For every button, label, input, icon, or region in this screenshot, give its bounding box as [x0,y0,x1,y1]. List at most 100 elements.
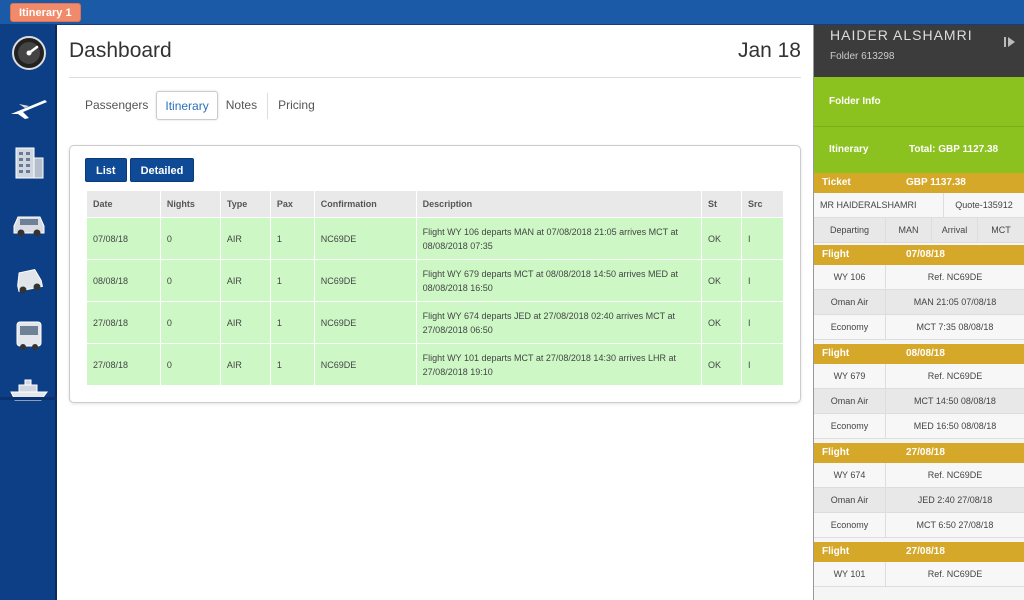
flight-number: WY 679 [814,364,886,389]
flight-label: Flight [822,249,850,260]
flight-row: Oman Air MCT 14:50 08/08/18 [814,389,1024,414]
taxi-icon[interactable] [8,259,50,299]
flight-cabin: Economy [814,414,886,439]
flight-label: Flight [822,348,850,359]
flight-header[interactable]: Flight 27/08/18 [814,542,1024,562]
itinerary-tab[interactable]: Itinerary 1 [10,3,81,22]
confirmation-cell: NC69DE [313,259,417,302]
main-content: Dashboard Jan 18 Passengers Itinerary No… [57,25,813,600]
column-header[interactable]: Src [741,190,784,218]
detailed-button[interactable]: Detailed [129,158,195,182]
tab-passengers[interactable]: Passengers [77,91,156,120]
flight-arrival: MCT 6:50 27/08/18 [886,513,1024,538]
status-cell: OK [701,217,742,260]
flight-number: WY 106 [814,265,886,290]
flight-departure: JED 2:40 27/08/18 [886,488,1024,513]
ticket-route-row: Departing MAN Arrival MCT [814,218,1024,243]
folder-number: Folder 613298 [830,51,895,62]
ticket-passenger: MR HAIDERALSHAMRI [814,193,944,218]
ticket-passenger-row: MR HAIDERALSHAMRI Quote-135912 [814,193,1024,218]
status-cell: OK [701,301,742,344]
source-cell: I [741,259,784,302]
car-icon[interactable] [8,203,50,243]
cruise-ship-icon[interactable] [8,369,50,409]
table-row[interactable]: 27/08/18 0 AIR 1 NC69DE Flight WY 101 de… [86,343,784,386]
itinerary-summary[interactable]: Itinerary Total: GBP 1127.38 [814,127,1024,173]
flight-departure: MAN 21:05 07/08/18 [886,290,1024,315]
flight-ref: Ref. NC69DE [886,364,1024,389]
table-row[interactable]: 07/08/18 0 AIR 1 NC69DE Flight WY 106 de… [86,217,784,260]
flight-row: WY 679 Ref. NC69DE [814,364,1024,389]
nights-cell: 0 [159,343,221,386]
folder-info-label: Folder Info [829,96,881,107]
flight-departure: MCT 14:50 08/08/18 [886,389,1024,414]
collapse-panel-icon[interactable] [1003,35,1017,53]
tab-notes[interactable]: Notes [218,91,265,120]
flight-header[interactable]: Flight 08/08/18 [814,344,1024,364]
flight-row: WY 674 Ref. NC69DE [814,463,1024,488]
column-header[interactable]: St [701,190,742,218]
dashboard-gauge-icon[interactable] [8,33,50,73]
source-cell: I [741,217,784,260]
nights-cell: 0 [159,217,221,260]
left-sidebar [0,25,57,600]
flight-ref: Ref. NC69DE [886,562,1024,587]
flight-label: Flight [822,447,850,458]
column-header[interactable]: Pax [269,190,315,218]
page-title: Dashboard [69,39,172,62]
departing-label: Departing [814,218,886,243]
tab-divider [267,93,269,119]
status-cell: OK [701,259,742,302]
flight-number: WY 674 [814,463,886,488]
flight-header[interactable]: Flight 27/08/18 [814,443,1024,463]
flight-airline: Oman Air [814,290,886,315]
column-header[interactable]: Nights [159,190,221,218]
type-cell: AIR [219,343,271,386]
table-header-row: Date Nights Type Pax Confirmation Descri… [86,190,784,218]
tab-itinerary[interactable]: Itinerary [156,91,218,120]
list-button[interactable]: List [85,158,127,182]
description-cell: Flight WY 679 departs MCT at 08/08/2018 … [415,259,703,302]
ticket-quote: Quote-135912 [944,193,1024,218]
sidebar-divider [0,397,57,400]
flight-header[interactable]: Flight 07/08/18 [814,245,1024,265]
pax-cell: 1 [269,217,315,260]
flight-arrival: MED 16:50 08/08/18 [886,414,1024,439]
pax-cell: 1 [269,343,315,386]
top-bar: Itinerary 1 [0,0,1024,25]
ticket-price: GBP 1137.38 [906,177,966,188]
description-cell: Flight WY 674 departs JED at 27/08/2018 … [415,301,703,344]
table-row[interactable]: 27/08/18 0 AIR 1 NC69DE Flight WY 674 de… [86,301,784,344]
date-cell: 07/08/18 [86,217,161,260]
bus-icon[interactable] [8,315,50,355]
confirmation-cell: NC69DE [313,301,417,344]
flight-airline: Oman Air [814,488,886,513]
passenger-name: HAIDER ALSHAMRI [830,27,973,43]
flight-date: 27/08/18 [906,447,945,458]
ticket-header: Ticket GBP 1137.38 [814,173,1024,193]
flight-number: WY 101 [814,562,886,587]
flight-row: Economy MCT 7:35 08/08/18 [814,315,1024,340]
flight-label: Flight [822,546,850,557]
folder-header: HAIDER ALSHAMRI Folder 613298 [814,25,1024,77]
nights-cell: 0 [159,259,221,302]
tab-pricing[interactable]: Pricing [270,91,323,120]
column-header[interactable]: Description [415,190,703,218]
flight-date: 08/08/18 [906,348,945,359]
hotel-building-icon[interactable] [8,143,50,183]
itinerary-total: Total: GBP 1127.38 [909,144,999,155]
flight-row: Oman Air MAN 21:05 07/08/18 [814,290,1024,315]
flight-arrival: MCT 7:35 08/08/18 [886,315,1024,340]
flight-row: WY 101 Ref. NC69DE [814,562,1024,587]
date-cell: 27/08/18 [86,343,161,386]
table-row[interactable]: 08/08/18 0 AIR 1 NC69DE Flight WY 679 de… [86,259,784,302]
description-cell: Flight WY 106 departs MAN at 07/08/2018 … [415,217,703,260]
airplane-icon[interactable] [8,87,50,127]
column-header[interactable]: Confirmation [313,190,417,218]
description-cell: Flight WY 101 departs MCT at 27/08/2018 … [415,343,703,386]
departing-airport: MAN [886,218,932,243]
column-header[interactable]: Date [86,190,161,218]
column-header[interactable]: Type [219,190,271,218]
flight-date: 07/08/18 [906,249,945,260]
folder-info-button[interactable]: Folder Info [814,77,1024,127]
